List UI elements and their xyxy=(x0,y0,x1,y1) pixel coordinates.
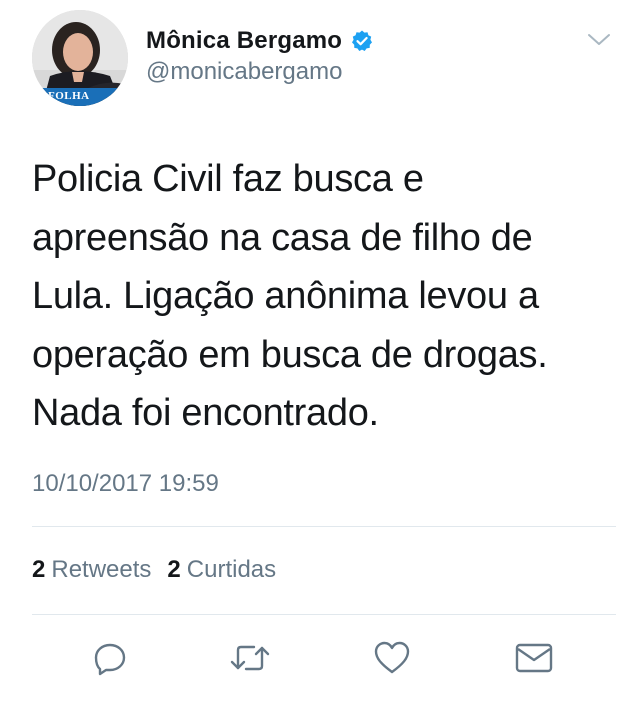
verified-badge-icon xyxy=(350,29,374,53)
reply-button[interactable] xyxy=(90,638,130,678)
like-button[interactable] xyxy=(372,638,412,678)
retweets-label[interactable]: Retweets xyxy=(51,556,151,584)
heart-icon xyxy=(374,641,410,674)
likes-label[interactable]: Curtidas xyxy=(187,556,276,584)
likes-count[interactable]: 2 xyxy=(167,556,180,584)
author-display-name[interactable]: Mônica Bergamo xyxy=(146,27,342,55)
direct-message-button[interactable] xyxy=(514,638,554,678)
retweet-icon xyxy=(230,645,270,671)
retweets-count[interactable]: 2 xyxy=(32,556,45,584)
divider xyxy=(32,614,616,615)
author-name-row[interactable]: Mônica Bergamo xyxy=(146,26,374,56)
tweet-stats: 2 Retweets 2 Curtidas xyxy=(32,556,286,584)
envelope-icon xyxy=(515,643,553,673)
reply-icon xyxy=(94,643,126,676)
tweet-text: Policia Civil faz busca e apreensão na c… xyxy=(32,158,548,434)
author-handle[interactable]: @monicabergamo xyxy=(146,58,342,86)
folha-logo: FOLHA xyxy=(48,90,90,102)
chevron-down-icon[interactable] xyxy=(586,30,612,50)
divider xyxy=(32,526,616,527)
retweet-button[interactable] xyxy=(230,638,270,678)
avatar[interactable]: FOLHA xyxy=(32,10,128,106)
tweet-timestamp[interactable]: 10/10/2017 19:59 xyxy=(32,470,219,498)
